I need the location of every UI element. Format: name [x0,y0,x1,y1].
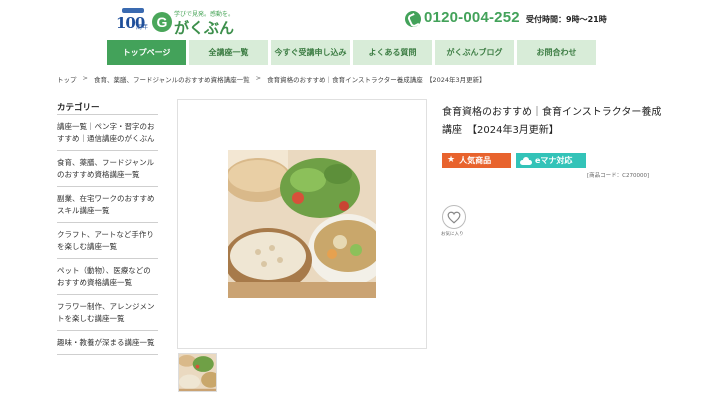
gakubun-logo[interactable]: G 学びで見発。感動を。 がくぶん [152,9,242,37]
nav-top-page[interactable]: トップページ [107,40,186,65]
emana-badge: eマナ対応 [516,153,586,168]
anniversary-logo: 100 周年 [114,8,148,34]
product-code: [商品コード：C270000] [587,173,650,179]
star-icon: ★ [447,155,456,165]
favorite-button[interactable] [442,205,466,229]
thumbnail-illustration [179,354,216,391]
favorite-label: お気に入り [441,232,464,237]
breadcrumb: トップ > 食育、薬膳、フードジャンルのおすすめ資格講座一覧 > 食育資格のおす… [57,74,486,84]
logo-mark-icon: G [152,12,172,32]
emana-badge-label: eマナ対応 [535,156,573,165]
category-item[interactable]: クラフト、アートなど手作りを楽しむ講座一覧 [57,223,158,259]
popular-badge: ★ 人気商品 [442,153,511,168]
product-title: 食育資格のおすすめ｜食育インストラクター養成講座 【2024年3月更新】 [442,107,662,136]
category-item[interactable]: フラワー制作、アレンジメントを楽しむ講座一覧 [57,295,158,331]
category-item[interactable]: 趣味・教養が深まる講座一覧 [57,331,158,355]
breadcrumb-separator: > [82,74,88,82]
cloud-icon [520,156,532,165]
logo-name: がくぶん [174,19,235,37]
category-item[interactable]: 食育、薬膳、フードジャンルのおすすめ資格講座一覧 [57,151,158,187]
global-nav: トップページ 全講座一覧 今すぐ受講申し込み よくある質問 がくぶんブログ お問… [107,40,596,65]
category-list: 講座一覧｜ペン字・習字のおすすめ｜通信講座のがくぶん 食育、薬膳、フードジャンル… [57,115,158,355]
product-image-frame [177,99,427,349]
product-badges: ★ 人気商品 eマナ対応 [442,153,586,168]
food-photo-illustration [228,150,376,298]
category-item[interactable]: 講座一覧｜ペン字・習字のおすすめ｜通信講座のがくぶん [57,115,158,151]
nav-all-courses[interactable]: 全講座一覧 [189,40,268,65]
breadcrumb-category[interactable]: 食育、薬膳、フードジャンルのおすすめ資格講座一覧 [94,74,250,84]
anniversary-suffix: 周年 [135,24,148,31]
nav-contact[interactable]: お問合わせ [517,40,596,65]
product-thumbnail[interactable] [178,353,217,392]
popular-badge-label: 人気商品 [459,156,492,165]
breadcrumb-current: 食育資格のおすすめ｜食育インストラクター養成講座 【2024年3月更新】 [267,76,486,84]
phone-number[interactable]: 0120-004-252 [424,9,520,26]
nav-blog[interactable]: がくぶんブログ [435,40,514,65]
phone-icon [405,11,421,27]
business-hours: 受付時間：9時〜21時 [526,15,607,24]
nav-faq[interactable]: よくある質問 [353,40,432,65]
category-item[interactable]: ペット（動物）、医療などのおすすめ資格講座一覧 [57,259,158,295]
heart-icon [447,211,461,224]
nav-apply-now[interactable]: 今すぐ受講申し込み [271,40,350,65]
category-item[interactable]: 副業、在宅ワークのおすすめスキル講座一覧 [57,187,158,223]
product-photo[interactable] [228,150,376,298]
breadcrumb-home[interactable]: トップ [57,74,77,84]
sidebar-title: カテゴリー [57,103,100,113]
breadcrumb-separator: > [255,74,262,82]
